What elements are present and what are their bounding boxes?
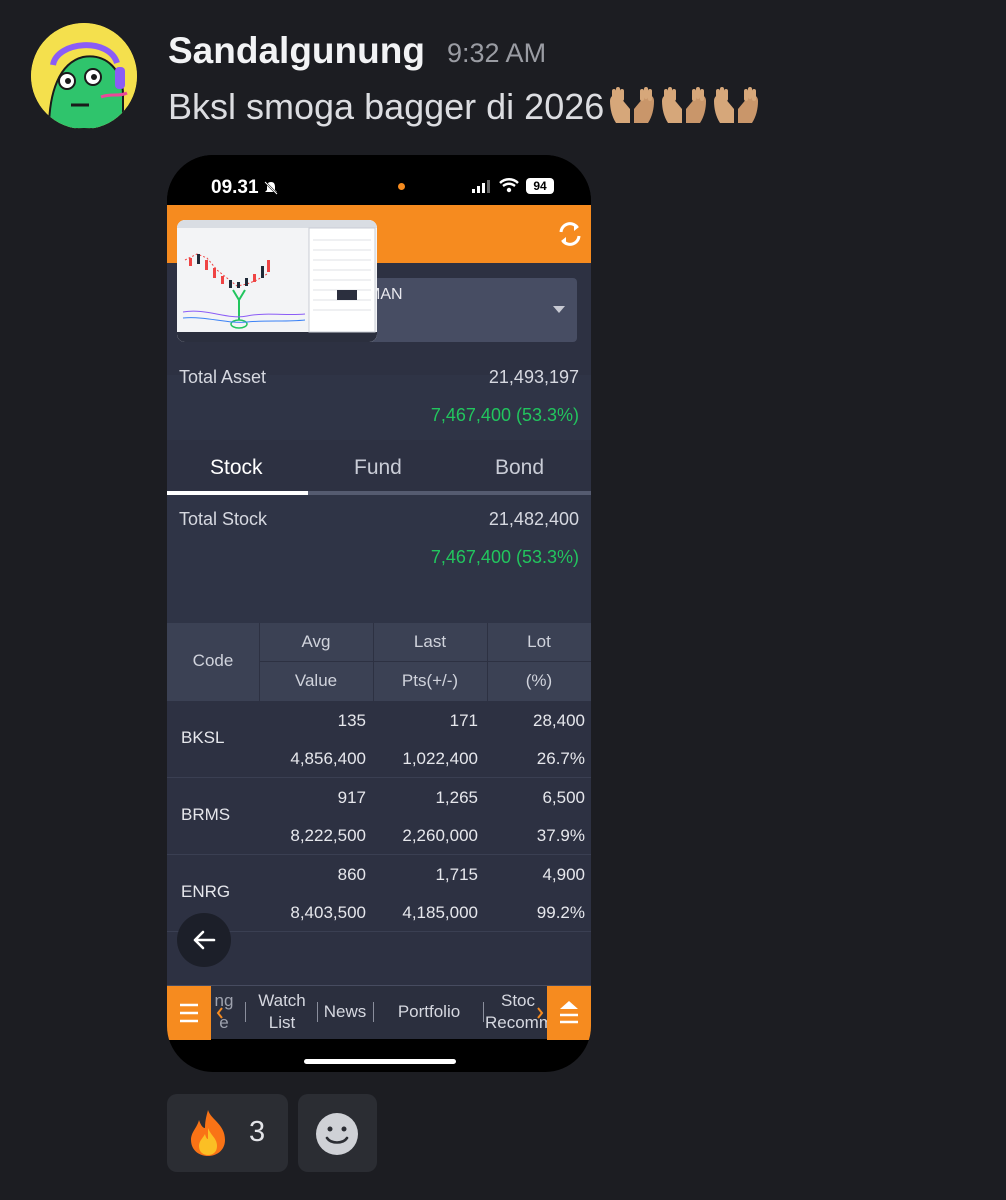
nav-separator [245, 1002, 246, 1022]
position-value: 8,403,500 [290, 903, 366, 922]
chart-thumbnail-overlay[interactable] [177, 220, 377, 342]
col-avg-header[interactable]: Avg [259, 632, 373, 652]
chevron-right-icon[interactable] [535, 1005, 545, 1021]
col-pct-header[interactable]: (%) [487, 671, 591, 691]
header-row-divider [259, 661, 591, 662]
tab-fund[interactable]: Fund [354, 456, 402, 480]
tab-bond[interactable]: Bond [495, 456, 544, 480]
col-code-header[interactable]: Code [167, 651, 259, 671]
total-asset-section: Total Asset 21,493,197 7,467,400 (53.3%) [167, 367, 591, 440]
image-attachment[interactable]: 09.31 94 MAN Total Asset 21,493,197 7,46… [167, 155, 591, 1072]
nav-separator [317, 1002, 318, 1022]
col-lot-header[interactable]: Lot [487, 632, 591, 652]
bottom-navigation: ng e Watch List News Portfolio Stoc Reco… [167, 985, 591, 1040]
palms-up-together-icon [610, 87, 655, 123]
nav-item-watch-list[interactable]: Watch List [249, 990, 315, 1034]
table-header: Code Avg Value Last Pts(+/-) Lot (%) [167, 623, 591, 701]
nav-item-news[interactable]: News [319, 1001, 371, 1023]
total-asset-gain: 7,467,400 (53.3%) [430, 405, 579, 425]
refresh-icon[interactable] [555, 219, 585, 249]
profit-points: 4,185,000 [402, 903, 478, 922]
arrow-left-icon [193, 930, 216, 950]
chevron-down-icon [553, 306, 565, 313]
total-asset-label: Total Asset [179, 367, 267, 387]
profit-points: 1,022,400 [402, 749, 478, 768]
message-text: Bksl smoga bagger di 2026 [168, 86, 605, 127]
emoji-group [606, 87, 762, 127]
last-price: 1,265 [435, 788, 478, 807]
palms-up-together-icon [662, 87, 707, 123]
reaction-count: 3 [249, 1116, 266, 1148]
tab-stock[interactable]: Stock [210, 456, 263, 480]
fire-icon [191, 1110, 225, 1156]
stock-code: BKSL [181, 728, 225, 747]
total-stock-section: Total Stock 21,482,400 7,467,400 (53.3%) [167, 495, 591, 623]
phone-status-bar: 09.31 94 [167, 155, 591, 207]
reaction-fire[interactable]: 3 [167, 1094, 288, 1172]
total-stock-label: Total Stock [179, 509, 268, 529]
profit-percent: 37.9% [536, 826, 585, 845]
timestamp: 9:32 AM [447, 38, 547, 68]
message-content: Bksl smoga bagger di 2026 [168, 85, 762, 129]
candlestick-chart-thumbnail [177, 220, 377, 342]
back-button[interactable] [177, 913, 231, 967]
battery-indicator: 94 [526, 178, 554, 194]
username[interactable]: Sandalgunung [168, 30, 425, 72]
stock-code: ENRG [181, 882, 231, 901]
avatar[interactable] [31, 23, 137, 129]
total-asset-value: 21,493,197 [488, 367, 579, 387]
profit-points: 2,260,000 [402, 826, 478, 845]
avatar-frog-icon [31, 23, 137, 129]
total-stock-value: 21,482,400 [488, 509, 579, 529]
status-time: 09.31 [211, 177, 259, 198]
avg-price: 135 [337, 711, 366, 730]
position-value: 4,856,400 [290, 749, 366, 768]
palms-up-together-icon [714, 87, 759, 123]
privacy-dot [398, 183, 405, 190]
nav-separator [373, 1002, 374, 1022]
nav-item-portfolio[interactable]: Portfolio [379, 1001, 479, 1023]
col-pts-header[interactable]: Pts(+/-) [373, 671, 487, 691]
app-screen: MAN Total Asset 21,493,197 7,467,400 (53… [167, 205, 591, 1040]
nav-label: Stoc [500, 991, 536, 1010]
col-value-header[interactable]: Value [259, 671, 373, 691]
cellular-signal-icon [472, 180, 490, 193]
nav-separator [483, 1002, 484, 1022]
nav-label: Watch [258, 991, 306, 1010]
chevron-left-icon[interactable] [215, 1005, 225, 1021]
stock-code: BRMS [181, 805, 231, 824]
menu-button[interactable] [167, 986, 211, 1040]
lot-count: 28,400 [533, 711, 585, 730]
eject-icon [560, 1001, 578, 1024]
wifi-icon [499, 178, 519, 193]
nav-label: List [268, 1013, 296, 1032]
avg-price: 917 [337, 788, 366, 807]
add-reaction-button[interactable] [298, 1094, 377, 1172]
collapse-button[interactable] [547, 986, 591, 1040]
profit-percent: 26.7% [536, 749, 585, 768]
lot-count: 4,900 [542, 865, 585, 884]
lot-count: 6,500 [542, 788, 585, 807]
asset-tabs: Stock Fund Bond [167, 442, 591, 496]
hamburger-icon [180, 1003, 198, 1023]
table-row[interactable]: BKSL 135 171 28,400 4,856,400 1,022,400 … [167, 701, 591, 778]
table-row[interactable]: BRMS 917 1,265 6,500 8,222,500 2,260,000… [167, 778, 591, 855]
avg-price: 860 [337, 865, 366, 884]
col-last-header[interactable]: Last [373, 632, 487, 652]
bell-muted-icon [264, 181, 278, 195]
position-value: 8,222,500 [290, 826, 366, 845]
last-price: 171 [449, 711, 478, 730]
smiley-icon [316, 1113, 358, 1155]
profit-percent: 99.2% [536, 903, 585, 922]
total-stock-gain: 7,467,400 (53.3%) [430, 547, 579, 567]
home-indicator [304, 1059, 456, 1064]
last-price: 1,715 [435, 865, 478, 884]
